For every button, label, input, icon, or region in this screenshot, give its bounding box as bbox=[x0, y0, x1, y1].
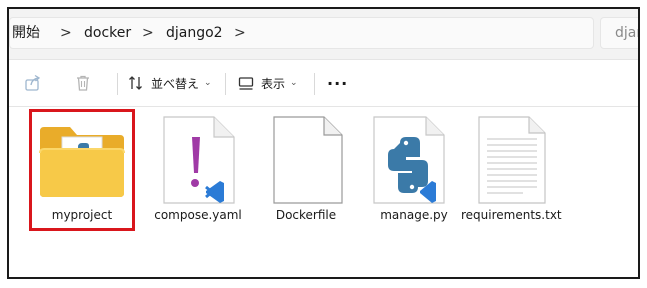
sort-button[interactable]: 並べ替え ⌄ bbox=[127, 68, 212, 98]
file-name: myproject bbox=[51, 208, 113, 222]
trash-icon bbox=[77, 75, 89, 91]
folder-icon bbox=[39, 127, 125, 197]
file-item-manage-py[interactable]: manage.py bbox=[364, 107, 464, 237]
share-button[interactable] bbox=[23, 68, 43, 98]
toolbar-divider bbox=[225, 73, 226, 95]
file-name: manage.py bbox=[380, 208, 448, 222]
view-icon bbox=[238, 77, 254, 90]
search-placeholder: djan bbox=[615, 25, 638, 41]
share-icon bbox=[25, 74, 41, 91]
chevron-right-icon[interactable]: > bbox=[142, 18, 154, 48]
toolbar-divider bbox=[117, 73, 118, 95]
view-button[interactable]: 表示 ⌄ bbox=[237, 68, 298, 98]
more-options-button[interactable]: ··· bbox=[327, 68, 348, 98]
breadcrumb-item-docker[interactable]: docker bbox=[84, 18, 131, 48]
file-name: compose.yaml bbox=[154, 208, 242, 222]
chevron-down-icon: ⌄ bbox=[204, 78, 212, 88]
file-item-myproject[interactable]: myproject bbox=[32, 107, 132, 237]
address-bar[interactable]: 開始 > docker > django2 > bbox=[9, 17, 594, 49]
more-icon: ··· bbox=[327, 73, 349, 93]
breadcrumb-item-start[interactable]: 開始 bbox=[12, 18, 40, 48]
file-name: requirements.txt bbox=[461, 208, 562, 222]
file-list: myproject compose.yaml Dockerfile manage… bbox=[9, 107, 638, 277]
blank-file-icon bbox=[273, 116, 343, 204]
chevron-right-icon[interactable]: > bbox=[60, 18, 72, 48]
file-item-compose-yaml[interactable]: compose.yaml bbox=[148, 107, 248, 237]
breadcrumb-item-django2[interactable]: django2 bbox=[166, 18, 223, 48]
chevron-down-icon: ⌄ bbox=[290, 78, 298, 88]
search-input[interactable]: djan bbox=[600, 17, 638, 49]
chevron-right-icon[interactable]: > bbox=[234, 18, 246, 48]
delete-button[interactable] bbox=[73, 68, 93, 98]
file-item-dockerfile[interactable]: Dockerfile bbox=[256, 107, 356, 237]
file-name: Dockerfile bbox=[275, 208, 337, 222]
python-vscode-icon bbox=[373, 116, 445, 204]
explorer-window: 開始 > docker > django2 > djan bbox=[7, 7, 640, 279]
address-bar-row: 開始 > docker > django2 > djan bbox=[9, 9, 638, 59]
command-bar: 並べ替え ⌄ 表示 ⌄ ··· bbox=[9, 60, 638, 106]
sort-label: 並べ替え bbox=[151, 76, 200, 91]
sort-icon bbox=[129, 76, 142, 90]
file-item-requirements-txt[interactable]: requirements.txt bbox=[461, 107, 562, 237]
yaml-vscode-icon bbox=[163, 116, 235, 204]
view-label: 表示 bbox=[261, 76, 286, 91]
text-file-icon bbox=[478, 116, 546, 204]
toolbar-divider bbox=[314, 73, 315, 95]
